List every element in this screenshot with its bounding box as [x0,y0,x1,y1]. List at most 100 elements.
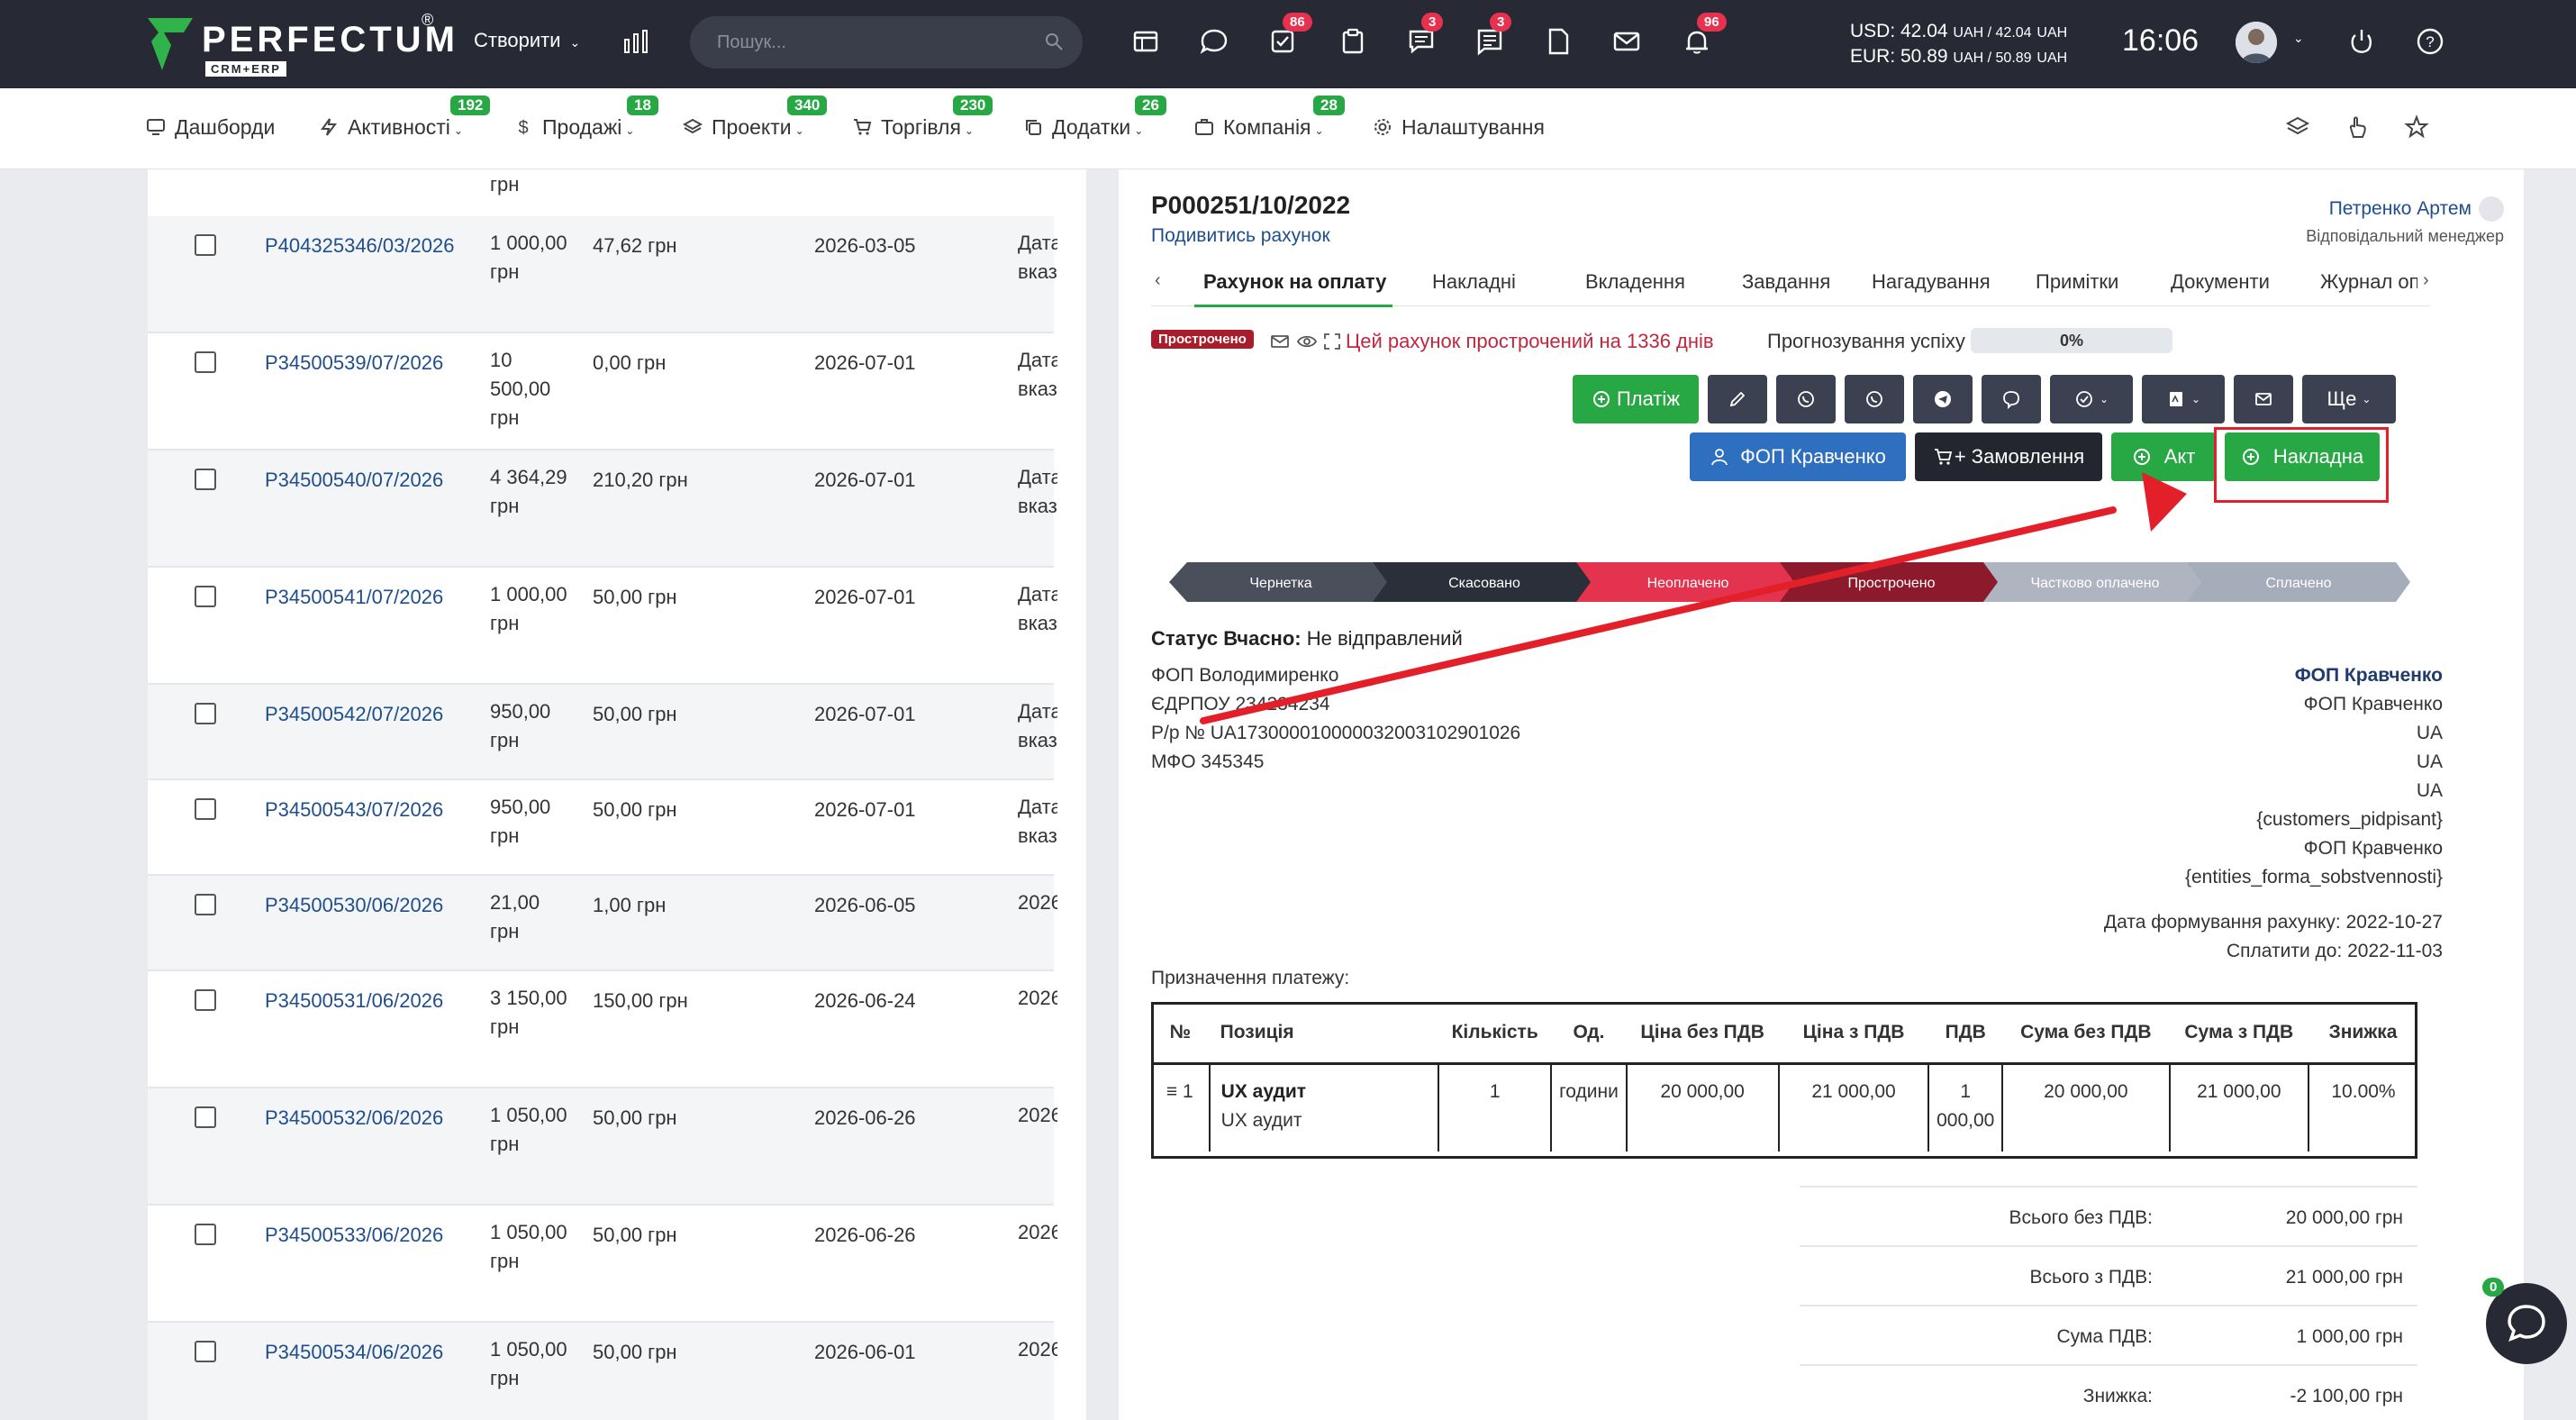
whatsapp-business-button[interactable] [1845,375,1904,423]
table-row[interactable]: P34500542/07/2026 950,00 грн 50,00 грн 2026… [148,685,1057,780]
table-row[interactable]: P34500531/06/2026 3 150,00 грн 150,00 грн 2… [148,971,1057,1088]
table-row[interactable]: P34500540/07/2026 4 364,29 грн 210,20 грн 2… [148,451,1057,568]
tab-waybills[interactable]: Накладні [1432,270,1516,294]
edit-button[interactable] [1708,375,1767,423]
table-row[interactable]: P34500530/06/2026 21,00 грн 1,00 грн 2026-0… [148,876,1057,971]
invoice-number-link[interactable]: P34500530/06/2026 [265,894,443,917]
manager-name[interactable]: Петренко Артем [2329,198,2472,220]
row-checkbox[interactable] [195,234,216,256]
invoice-number-link[interactable]: P34500540/07/2026 [265,469,443,492]
invoice-paid: 50,00 грн [593,586,677,608]
invoice-number-link[interactable]: P404325346/03/2026 [265,234,454,258]
invoice-number-link[interactable]: P34500539/07/2026 [265,351,443,375]
messages-notification[interactable]: 3 [1405,13,1444,58]
perfectum-logo[interactable]: PERFECTUM ® CRM+ERP [144,11,455,77]
search-input[interactable] [717,29,1023,56]
power-icon[interactable] [2345,25,2378,58]
mail-icon[interactable] [1610,25,1643,58]
nav-trade[interactable]: Торгівля ⌄ 230 [852,96,993,140]
viber-button[interactable] [1982,375,2041,423]
analytics-icon[interactable] [621,27,650,56]
layers-stack-icon[interactable] [2284,114,2311,141]
nav-dashboards[interactable]: Дашборди [146,115,275,140]
expand-icon[interactable] [1322,332,1342,351]
tab-attachments[interactable]: Вкладення [1585,270,1685,294]
row-checkbox[interactable] [195,351,216,373]
mail-icon[interactable] [1270,332,1290,351]
approve-dropdown-button[interactable]: ⌄ [2050,375,2133,423]
row-checkbox[interactable] [195,703,216,724]
create-menu[interactable]: Створити ⌄ [474,29,580,52]
totals-block: Всього без ПДВ: 20 000,00 грн Всього з ПД… [1800,1186,2417,1420]
help-icon[interactable]: ? [2414,25,2446,58]
chevron-down-icon: ⌄ [2191,393,2201,405]
row-checkbox[interactable] [195,469,216,490]
pdf-dropdown-button[interactable]: ⌄ [2142,375,2225,423]
calendar-table-icon[interactable] [1129,25,1162,58]
invoice-number-link[interactable]: P34500534/06/2026 [265,1341,443,1364]
whatsapp-button[interactable] [1776,375,1836,423]
table-row[interactable]: P34500541/07/2026 1 000,00 грн 50,00 грн 20… [148,568,1057,685]
payment-button-bg[interactable]: Платіж [1573,375,1699,423]
nav-settings[interactable]: Налаштування [1373,115,1545,140]
table-row[interactable]: P34500543/07/2026 950,00 грн 50,00 грн 2026… [148,780,1057,876]
row-checkbox[interactable] [195,894,216,915]
invoice-number-link[interactable]: P34500532/06/2026 [265,1106,443,1130]
user-avatar[interactable] [2236,22,2277,63]
table-row[interactable]: P34500534/06/2026 1 050,00 грн 50,00 грн 20… [148,1323,1057,1420]
row-checkbox[interactable] [195,798,216,820]
invoice-number-link[interactable]: P34500531/06/2026 [265,989,443,1013]
notifications-bell[interactable]: 96 [1681,13,1727,58]
nav-company[interactable]: Компанія ⌄ 28 [1194,96,1345,140]
invoice-number-link[interactable]: P34500543/07/2026 [265,798,443,822]
document-icon[interactable] [1542,25,1574,58]
table-row[interactable]: P34500532/06/2026 1 050,00 грн 50,00 грн 20… [148,1088,1057,1206]
create-act-button[interactable]: Акт [2111,432,2216,481]
tabs-scroll-left-icon[interactable]: ‹ [1155,270,1161,291]
drag-handle-icon[interactable]: ≡ [1166,1081,1177,1102]
view-invoice-link[interactable]: Подивитись рахунок [1151,225,1330,247]
table-row[interactable]: P34500539/07/2026 10 500,00 грн 0,00 грн 20… [148,333,1057,451]
tab-documents[interactable]: Документи [2171,270,2270,294]
support-chat-button[interactable]: 0 [2482,1278,2567,1364]
tasks-notification[interactable]: 86 [1266,13,1312,58]
row-checkbox[interactable] [195,1106,216,1128]
add-order-button[interactable]: + Замовлення [1915,432,2102,481]
more-actions-button[interactable]: Ще ⌄ [2302,375,2396,423]
tab-reminders[interactable]: Нагадування [1872,270,1991,294]
comments-notification[interactable]: 3 [1474,13,1512,58]
fop-entity-button[interactable]: ФОП Кравченко [1690,432,1906,481]
invoice-date: 2026-07-01 [814,351,916,374]
star-icon[interactable] [2403,114,2430,141]
tab-tasks[interactable]: Завдання [1742,270,1830,294]
global-search[interactable] [690,16,1083,68]
tabs-scroll-right-icon[interactable]: › [2423,270,2429,291]
perfectum-logo-mark-icon [148,18,193,70]
invoice-number-link[interactable]: P34500533/06/2026 [265,1224,443,1247]
search-icon[interactable] [1043,31,1065,52]
nav-apps[interactable]: Додатки ⌄ 26 [1023,96,1166,140]
invoice-number-link[interactable]: P34500542/07/2026 [265,703,443,726]
buyer-details: ФОП Володимиренко ЄДРПОУ 234234234 Р/р №… [1151,661,1520,777]
copy-icon [1026,120,1041,135]
user-menu-chevron-icon[interactable]: ⌄ [2293,31,2304,46]
row-checkbox[interactable] [195,989,216,1011]
tab-invoice[interactable]: Рахунок на оплату [1203,270,1386,294]
chat-icon[interactable] [1198,25,1230,58]
eye-icon[interactable] [1297,332,1317,351]
invoice-number-link[interactable]: P34500541/07/2026 [265,586,443,609]
row-checkbox[interactable] [195,586,216,607]
hand-pointer-icon[interactable] [2344,114,2371,141]
nav-activities[interactable]: Активності ⌄ 192 [319,96,491,140]
telegram-button[interactable] [1913,375,1973,423]
table-row[interactable]: P404325346/03/2026 1 000,00 грн 47,62 грн 2… [148,216,1057,333]
send-email-button[interactable] [2234,375,2293,423]
tab-notes[interactable]: Примітки [2036,270,2118,294]
row-checkbox[interactable] [195,1341,216,1362]
clipboard-icon[interactable] [1337,25,1369,58]
nav-sales[interactable]: $ Продажі ⌄ 18 [513,96,658,140]
nav-projects[interactable]: Проекти ⌄ 340 [683,96,828,140]
table-row[interactable]: P34500533/06/2026 1 050,00 грн 50,00 грн 20… [148,1206,1057,1323]
tab-log[interactable]: Журнал опе [2320,270,2417,294]
row-checkbox[interactable] [195,1224,216,1245]
